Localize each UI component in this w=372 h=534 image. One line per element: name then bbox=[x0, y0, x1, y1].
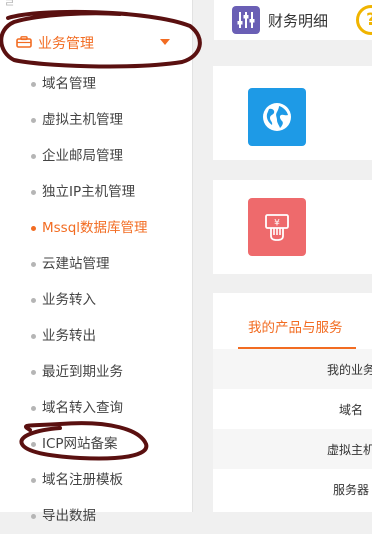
bullet-icon bbox=[31, 118, 36, 123]
finance-label[interactable]: 财务明细 bbox=[268, 10, 328, 31]
table-cell: 服务器 bbox=[333, 483, 370, 497]
bullet-icon bbox=[31, 298, 36, 303]
table-header-cell: 我的业务 bbox=[327, 363, 372, 377]
sidebar-item-label: 云建站管理 bbox=[42, 256, 110, 272]
tab-my-products[interactable]: 我的产品与服务 bbox=[238, 305, 356, 349]
bullet-icon bbox=[31, 442, 36, 447]
money-icon: ¥ bbox=[265, 214, 289, 241]
sidebar-item-expiring[interactable]: 最近到期业务 bbox=[0, 354, 192, 390]
sidebar-item-virtual-host[interactable]: 虚拟主机管理 bbox=[0, 102, 192, 138]
sidebar-item-label: 独立IP主机管理 bbox=[42, 184, 136, 200]
bullet-icon bbox=[31, 478, 36, 483]
table-cell: 域名 bbox=[339, 403, 364, 417]
sidebar-item-label: 企业邮局管理 bbox=[42, 148, 123, 164]
sidebar-item-label: 最近到期业务 bbox=[42, 364, 123, 380]
table-row[interactable]: 服务器 bbox=[213, 469, 372, 509]
table-row[interactable]: 域名 bbox=[213, 389, 372, 429]
sidebar-item-label: 业务转入 bbox=[42, 292, 96, 308]
section-title: 业务管理 bbox=[38, 36, 94, 52]
sidebar-item-label: 域名注册模板 bbox=[42, 472, 123, 488]
sidebar-item-icp[interactable]: ICP网站备案 bbox=[0, 426, 192, 462]
sidebar-item-label: 虚拟主机管理 bbox=[42, 112, 123, 128]
sidebar-item-label: Mssql数据库管理 bbox=[42, 220, 148, 236]
section-header-business[interactable]: 业务管理 bbox=[0, 24, 192, 60]
sidebar-item-cloud-site[interactable]: 云建站管理 bbox=[0, 246, 192, 282]
bullet-icon bbox=[31, 190, 36, 195]
bullet-icon bbox=[31, 262, 36, 267]
globe-icon bbox=[263, 103, 291, 131]
sidebar-item-transfer-in[interactable]: 业务转入 bbox=[0, 282, 192, 318]
sidebar-item-transfer-out[interactable]: 业务转出 bbox=[0, 318, 192, 354]
globe-tile[interactable] bbox=[248, 88, 306, 146]
sidebar-item-label: 域名转入查询 bbox=[42, 400, 123, 416]
bullet-icon bbox=[31, 154, 36, 159]
sidebar-item-mssql[interactable]: Mssql数据库管理 bbox=[0, 210, 192, 246]
sidebar-item-dedicated-ip[interactable]: 独立IP主机管理 bbox=[0, 174, 192, 210]
sidebar-item-export[interactable]: 导出数据 bbox=[0, 498, 192, 534]
sidebar-item-domain[interactable]: 域名管理 bbox=[0, 66, 192, 102]
briefcase-icon bbox=[16, 36, 32, 48]
bullet-icon bbox=[31, 406, 36, 411]
sliders-icon bbox=[237, 12, 255, 28]
caret-down-icon[interactable] bbox=[160, 39, 170, 45]
bullet-icon bbox=[31, 370, 36, 375]
top-stub: ㄹ bbox=[4, 0, 16, 10]
sidebar: ㄹ 业务管理 域名管理 虚拟主机管理 企业邮局管理 独立IP主机管理 Mssql… bbox=[0, 0, 193, 524]
bullet-icon bbox=[31, 514, 36, 519]
sidebar-item-domain-template[interactable]: 域名注册模板 bbox=[0, 462, 192, 498]
tab-label: 我的产品与服务 bbox=[248, 320, 343, 336]
bullet-icon bbox=[31, 226, 36, 231]
table-header-row: 我的业务 bbox=[213, 349, 372, 389]
money-tile[interactable]: ¥ bbox=[248, 198, 306, 256]
sidebar-item-domain-transfer-query[interactable]: 域名转入查询 bbox=[0, 390, 192, 426]
svg-text:¥: ¥ bbox=[274, 219, 280, 229]
sidebar-item-label: 域名管理 bbox=[42, 76, 96, 92]
help-symbol: ? bbox=[366, 10, 372, 30]
bullet-icon bbox=[31, 334, 36, 339]
table-cell: 虚拟主机 bbox=[327, 443, 372, 457]
finance-icon[interactable] bbox=[232, 6, 260, 34]
sidebar-item-mail[interactable]: 企业邮局管理 bbox=[0, 138, 192, 174]
bullet-icon bbox=[31, 82, 36, 87]
sidebar-menu: 域名管理 虚拟主机管理 企业邮局管理 独立IP主机管理 Mssql数据库管理 云… bbox=[0, 66, 192, 534]
sidebar-item-label: 业务转出 bbox=[42, 328, 96, 344]
sidebar-item-label: 导出数据 bbox=[42, 508, 96, 524]
sidebar-item-label: ICP网站备案 bbox=[42, 436, 118, 452]
table-row[interactable]: 虚拟主机 bbox=[213, 429, 372, 469]
